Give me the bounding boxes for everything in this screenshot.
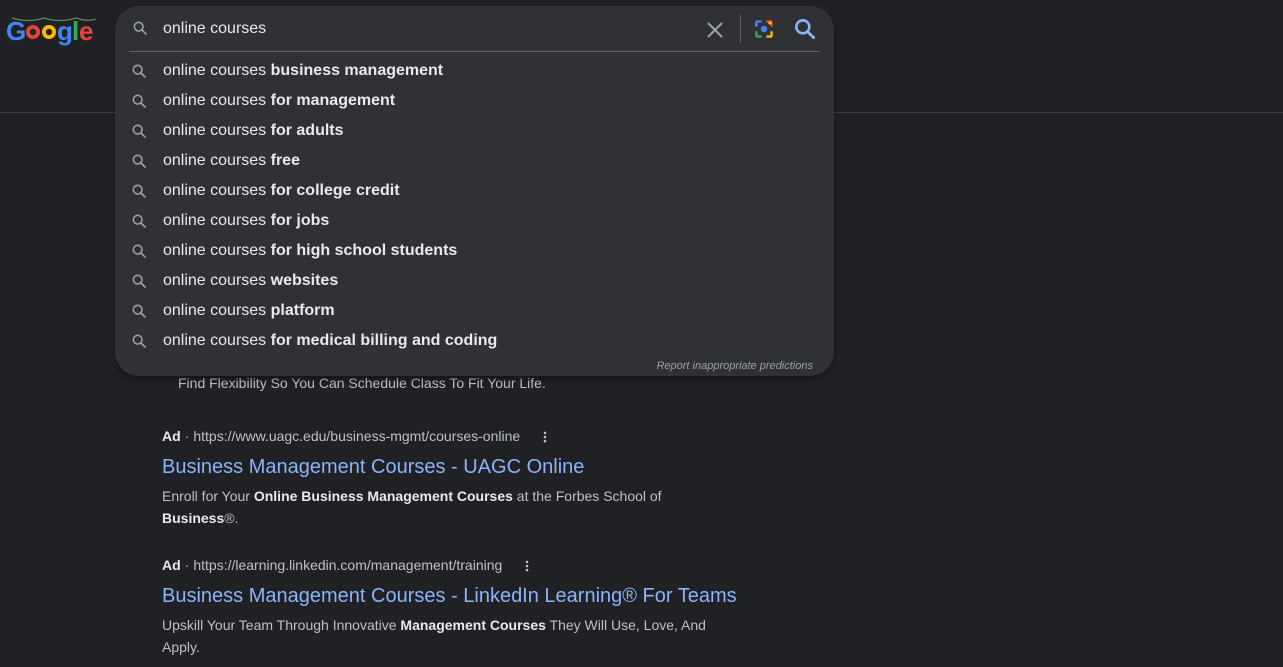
ad-label: Ad <box>162 428 181 444</box>
suggestion-text: online courses for college credit <box>163 182 400 200</box>
suggestion-text: online courses websites <box>163 272 338 290</box>
suggestion-item[interactable]: online courses for adults <box>115 116 834 146</box>
ad-desc-text: Enroll for Your <box>162 488 254 504</box>
suggestion-item[interactable]: online courses for college credit <box>115 176 834 206</box>
camera-icon[interactable] <box>751 16 777 42</box>
suggestion-item[interactable]: online courses for medical billing and c… <box>115 326 834 356</box>
ad-title-link[interactable]: Business Management Courses - UAGC Onlin… <box>162 456 782 479</box>
search-icon <box>132 154 146 168</box>
suggestion-completion: free <box>270 152 300 169</box>
suggestion-item[interactable]: online courses websites <box>115 266 834 296</box>
search-icon <box>132 244 146 258</box>
suggestion-prefix: online courses <box>163 152 271 169</box>
suggestion-item[interactable]: online courses free <box>115 146 834 176</box>
ad-url[interactable]: https://learning.linkedin.com/management… <box>193 557 502 573</box>
search-input[interactable] <box>163 18 683 40</box>
search-button-divider <box>740 15 741 43</box>
ad-desc-bold: Management Courses <box>400 617 546 633</box>
suggestion-completion: platform <box>270 302 335 319</box>
search-icon <box>132 94 146 108</box>
suggestion-item[interactable]: online courses for jobs <box>115 206 834 236</box>
google-logo[interactable]: G g l e <box>6 14 98 48</box>
suggestion-prefix: online courses <box>163 212 271 229</box>
ad-description: Enroll for Your Online Business Manageme… <box>162 485 722 529</box>
ad-result: Ad · https://learning.linkedin.com/managem… <box>162 557 782 658</box>
suggestion-prefix: online courses <box>163 122 271 139</box>
suggestion-text: online courses platform <box>163 302 335 320</box>
ad-meta: Ad · https://www.uagc.edu/business-mgmt/co… <box>162 428 782 448</box>
suggestion-prefix: online courses <box>163 242 271 259</box>
ad-separator: · <box>184 428 190 444</box>
search-icon <box>133 21 147 35</box>
search-icon <box>132 334 146 348</box>
suggestion-text: online courses for high school students <box>163 242 457 260</box>
search-icon <box>132 274 146 288</box>
ad-description: Upskill Your Team Through Innovative Man… <box>162 614 722 658</box>
suggestion-prefix: online courses <box>163 182 271 199</box>
ad-desc-text: ®. <box>224 510 239 526</box>
ad-desc-text: Upskill Your Team Through Innovative <box>162 617 401 633</box>
result-description: Find Flexibility So You Can Schedule Cla… <box>178 375 546 391</box>
ad-meta: Ad · https://learning.linkedin.com/managem… <box>162 557 782 577</box>
suggestion-text: online courses free <box>163 152 300 170</box>
suggestion-item[interactable]: online courses business management <box>115 56 834 86</box>
suggestion-completion: for jobs <box>270 212 330 229</box>
more-vert-icon[interactable] <box>520 559 534 573</box>
suggestion-prefix: online courses <box>163 332 271 349</box>
suggestion-item[interactable]: online courses platform <box>115 296 834 326</box>
ad-label: Ad <box>162 557 181 573</box>
svg-text:e: e <box>79 16 93 46</box>
ad-url[interactable]: https://www.uagc.edu/business-mgmt/cours… <box>193 428 520 444</box>
svg-text:g: g <box>57 16 73 46</box>
ad-title-link[interactable]: Business Management Courses - LinkedIn L… <box>162 585 782 608</box>
search-divider <box>129 51 820 52</box>
search-icon <box>132 214 146 228</box>
more-vert-icon[interactable] <box>538 430 552 444</box>
suggestions-list: online courses business management onlin… <box>115 56 834 356</box>
suggestion-item[interactable]: online courses for management <box>115 86 834 116</box>
suggestion-prefix: online courses <box>163 272 271 289</box>
suggestion-completion: for college credit <box>270 182 400 199</box>
ad-desc-text: at the Forbes School of <box>512 488 662 504</box>
report-predictions-link[interactable]: Report inappropriate predictions <box>656 360 813 372</box>
suggestion-completion: for high school students <box>270 242 458 259</box>
search-submit-icon[interactable] <box>792 16 818 42</box>
suggestion-text: online courses for jobs <box>163 212 329 230</box>
suggestion-text: online courses business management <box>163 62 443 80</box>
suggestion-text: online courses for management <box>163 92 395 110</box>
search-icon <box>132 64 146 78</box>
ad-desc-bold: Online Business Management Courses <box>253 488 513 504</box>
suggestion-completion: websites <box>270 272 339 289</box>
suggestion-prefix: online courses <box>163 62 271 79</box>
search-icon <box>132 184 146 198</box>
suggestion-completion: for management <box>270 92 396 109</box>
search-box: online courses business management onlin… <box>115 6 834 376</box>
svg-text:G: G <box>6 16 26 46</box>
search-input-row <box>115 6 834 52</box>
ad-result: Ad · https://www.uagc.edu/business-mgmt/co… <box>162 428 782 529</box>
suggestion-prefix: online courses <box>163 302 271 319</box>
suggestion-item[interactable]: online courses for high school students <box>115 236 834 266</box>
suggestion-text: online courses for medical billing and c… <box>163 332 497 350</box>
suggestion-completion: for medical billing and coding <box>270 332 498 349</box>
suggestion-completion: business management <box>270 62 444 79</box>
suggestion-completion: for adults <box>270 122 344 139</box>
suggestion-text: online courses for adults <box>163 122 344 140</box>
suggestion-prefix: online courses <box>163 92 271 109</box>
ad-desc-bold: Business <box>162 510 225 526</box>
search-icon <box>132 304 146 318</box>
ad-separator: · <box>184 557 190 573</box>
close-icon[interactable] <box>703 18 727 42</box>
search-icon <box>132 124 146 138</box>
